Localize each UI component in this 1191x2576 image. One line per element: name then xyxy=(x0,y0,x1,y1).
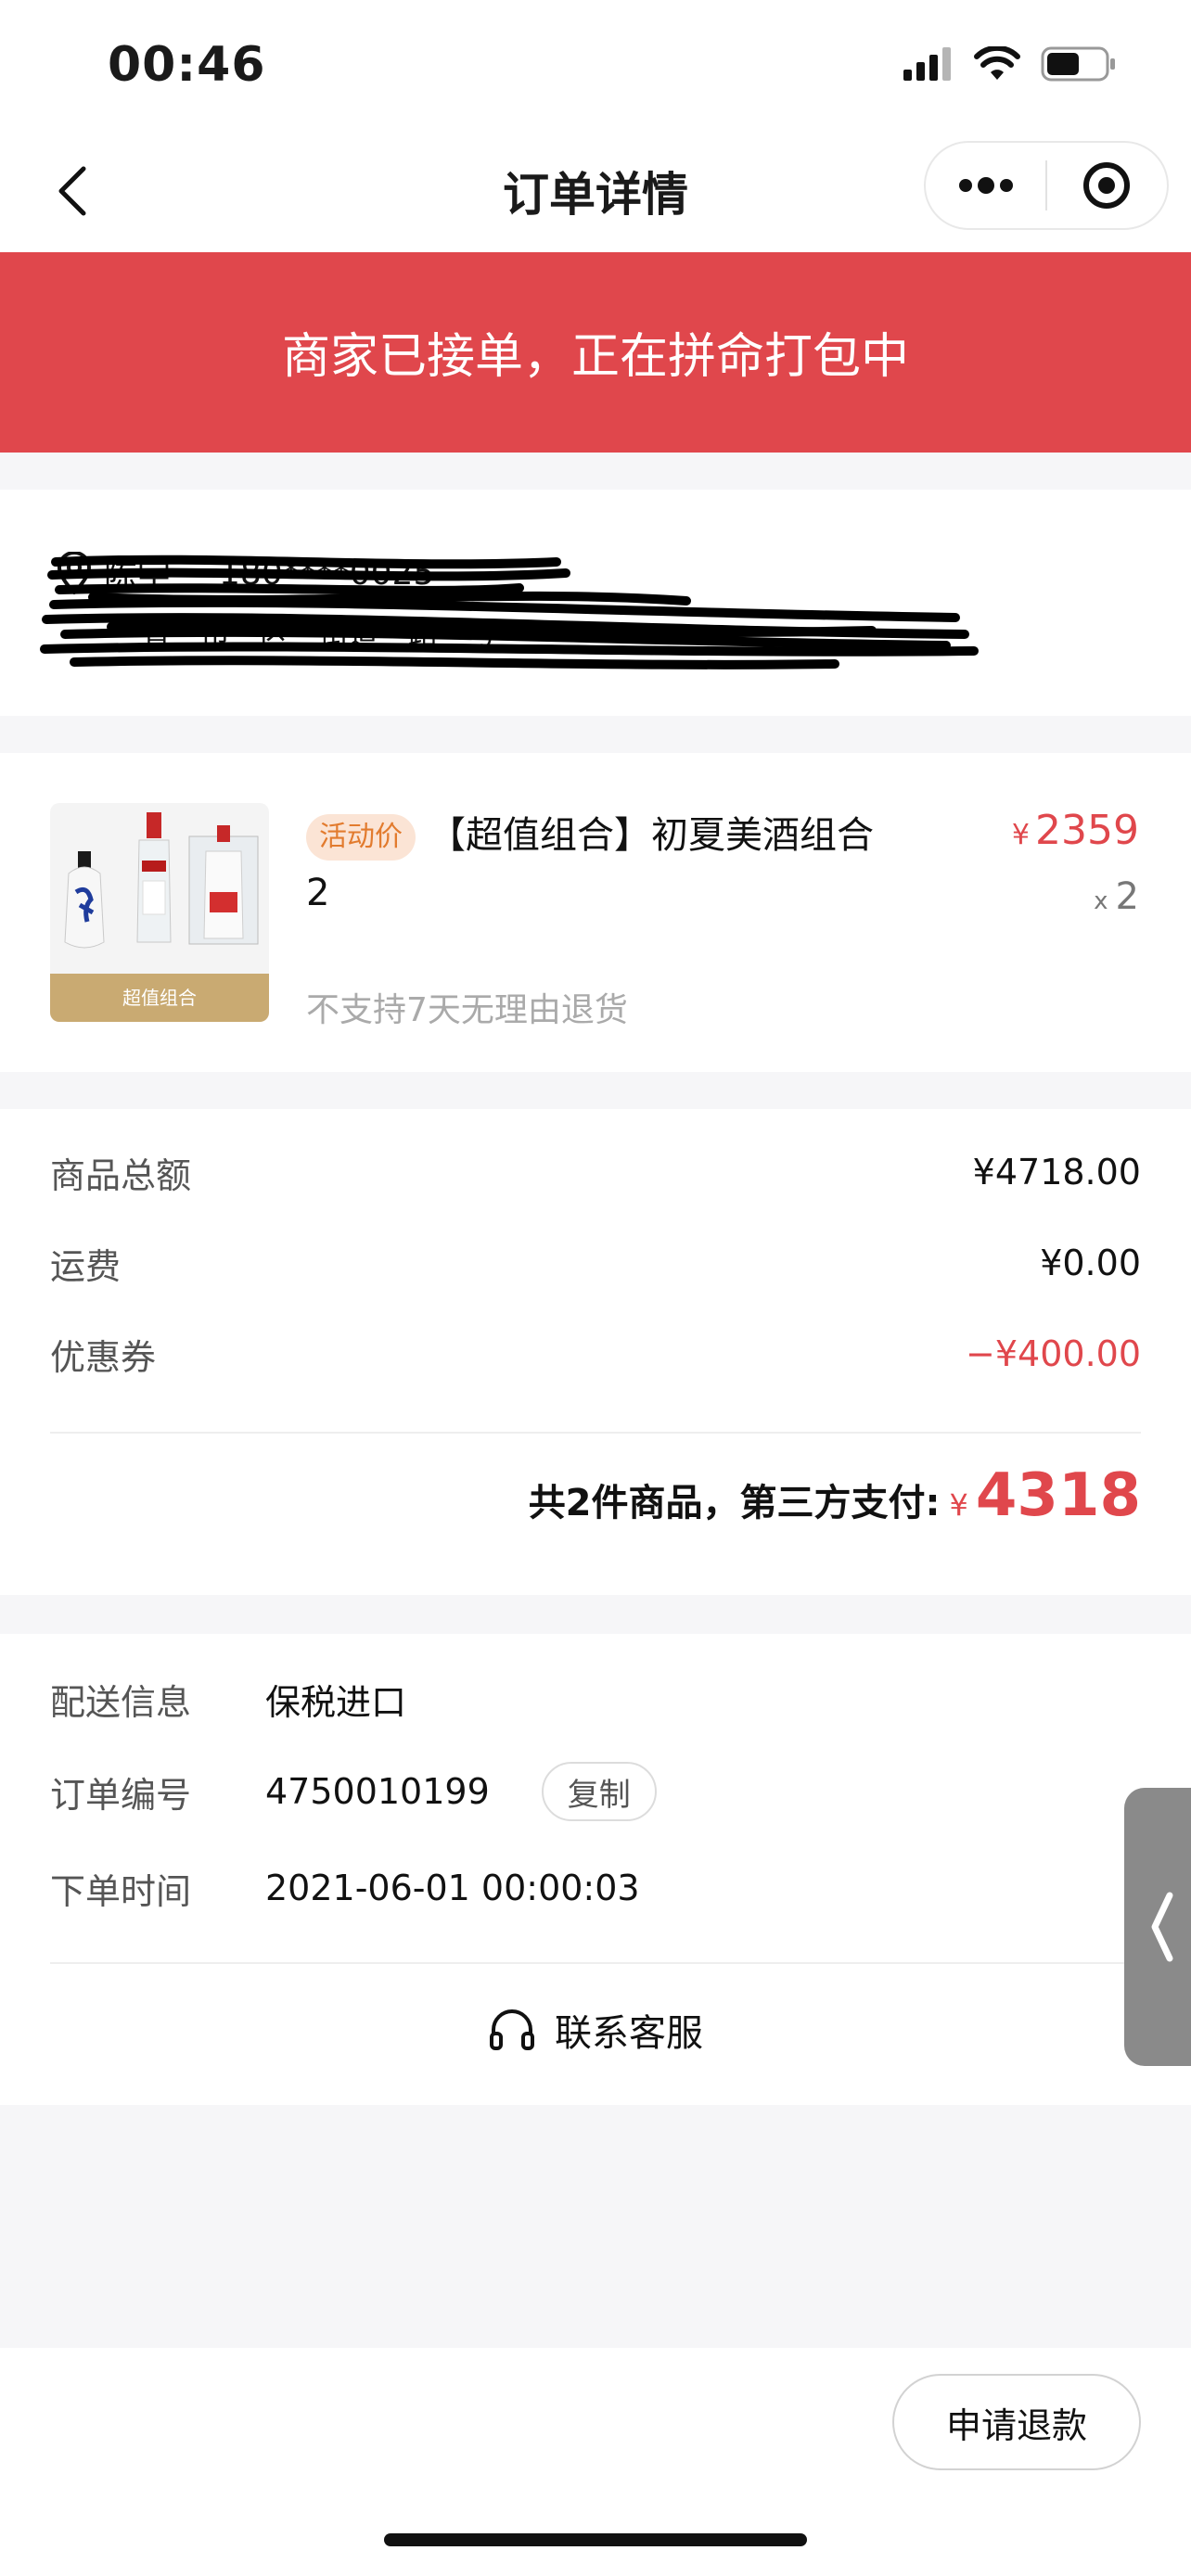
redaction-scribble xyxy=(40,555,979,670)
more-dots-icon xyxy=(958,177,1013,194)
liquor-bottles-icon xyxy=(64,812,259,949)
order-number-label: 订单编号 xyxy=(50,1774,192,1816)
order-number-row: 订单编号 4750010199 复制 xyxy=(50,1762,657,1821)
product-image-caption: 超值组合 xyxy=(50,974,269,1022)
product-quantity: x2 xyxy=(1094,875,1139,918)
copy-order-number-button[interactable]: 复制 xyxy=(541,1762,657,1821)
goods-total-label: 商品总额 xyxy=(50,1154,192,1196)
signal-icon xyxy=(903,47,951,81)
delivery-label: 配送信息 xyxy=(50,1681,192,1723)
quantity-value: 2 xyxy=(1115,875,1139,918)
contact-service-button[interactable]: 联系客服 xyxy=(0,2003,1191,2057)
delivery-value: 保税进口 xyxy=(265,1681,407,1723)
coupon-value: −¥400.00 xyxy=(966,1333,1141,1374)
goods-total-row: 商品总额 ¥4718.00 xyxy=(50,1144,1141,1200)
address-card[interactable]: 陈宇 180****0025 **省**市**区**街道**路**号 xyxy=(0,490,1191,716)
grand-total-value: 4318 xyxy=(975,1461,1141,1530)
shipping-label: 运费 xyxy=(50,1245,122,1287)
goods-total-value: ¥4718.00 xyxy=(972,1152,1141,1192)
coupon-label: 优惠券 xyxy=(50,1336,157,1378)
product-price: ¥2359 xyxy=(1012,807,1139,854)
order-detail-page: 00:46 订单详情 商家已接单，正在拼命打包中 陈宇 180****0025 … xyxy=(0,0,1191,2576)
product-item[interactable]: 超值组合 活动价 【超值组合】初夏美酒组合2 ¥2359 x2 不支持7天无理由退… xyxy=(0,753,1191,1072)
coupon-row: 优惠券 −¥400.00 xyxy=(50,1326,1141,1382)
product-title: 活动价 【超值组合】初夏美酒组合2 xyxy=(306,807,881,922)
promo-tag: 活动价 xyxy=(306,814,416,861)
nav-bar: 订单详情 xyxy=(0,130,1191,252)
mini-program-capsule xyxy=(924,141,1169,230)
contact-service-label: 联系客服 xyxy=(555,2012,703,2055)
battery-icon xyxy=(1041,46,1115,82)
order-status-banner: 商家已接单，正在拼命打包中 xyxy=(0,252,1191,453)
delivery-row: 配送信息 保税进口 xyxy=(50,1671,406,1727)
home-indicator xyxy=(384,2533,807,2546)
order-status-text: 商家已接单，正在拼命打包中 xyxy=(281,329,909,385)
order-time-value: 2021-06-01 00:00:03 xyxy=(265,1868,640,1908)
target-close-icon xyxy=(1083,162,1131,209)
quantity-symbol: x xyxy=(1094,887,1108,915)
refund-request-button[interactable]: 申请退款 xyxy=(892,2374,1141,2470)
more-button[interactable] xyxy=(926,143,1045,228)
status-time: 00:46 xyxy=(108,37,266,93)
wifi-icon xyxy=(974,46,1020,80)
product-image: 超值组合 xyxy=(50,803,269,1022)
grand-total-currency: ¥ xyxy=(949,1487,968,1523)
floating-side-tab[interactable] xyxy=(1124,1788,1191,2066)
order-number-value: 4750010199 xyxy=(265,1771,490,1812)
status-icons xyxy=(903,46,1117,82)
chevron-left-icon xyxy=(1151,1892,1173,1962)
status-bar: 00:46 xyxy=(0,0,1191,130)
price-summary-card: 商品总额 ¥4718.00 运费 ¥0.00 优惠券 −¥400.00 共2件商… xyxy=(0,1109,1191,1595)
grand-total: 共2件商品，第三方支付: ¥ 4318 xyxy=(529,1461,1141,1530)
order-time-label: 下单时间 xyxy=(50,1870,192,1912)
grand-total-label: 共2件商品，第三方支付: xyxy=(528,1482,941,1524)
order-time-row: 下单时间 2021-06-01 00:00:03 xyxy=(50,1860,640,1916)
shipping-row: 运费 ¥0.00 xyxy=(50,1235,1141,1291)
summary-divider xyxy=(50,1432,1141,1434)
return-policy-note: 不支持7天无理由退货 xyxy=(306,991,628,1029)
close-mini-program-button[interactable] xyxy=(1047,143,1167,228)
headset-icon xyxy=(490,2009,534,2050)
price-currency: ¥ xyxy=(1011,819,1031,851)
price-value: 2359 xyxy=(1035,807,1139,854)
info-divider xyxy=(50,1962,1141,1964)
shipping-value: ¥0.00 xyxy=(1040,1243,1141,1283)
